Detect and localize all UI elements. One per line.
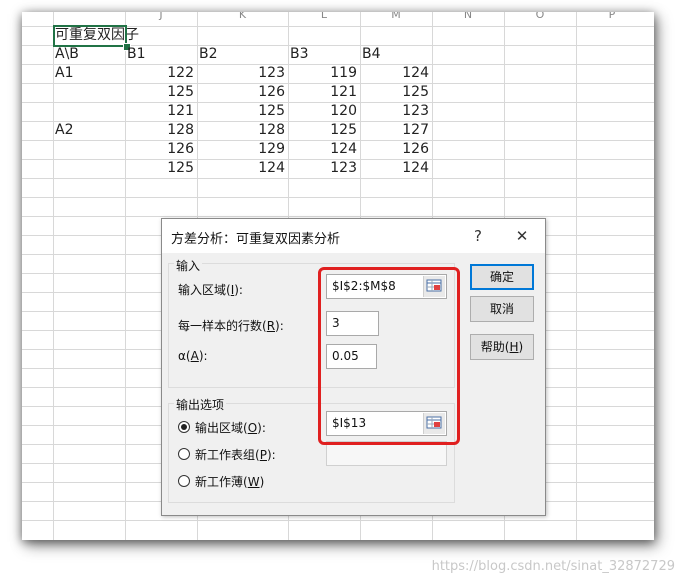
- alpha-label: α(A):: [178, 349, 208, 363]
- grid-line: [53, 12, 54, 540]
- column-header[interactable]: J: [125, 12, 197, 21]
- label-text: ):: [275, 319, 284, 333]
- data-cell[interactable]: 121: [125, 102, 194, 121]
- ok-button[interactable]: 确定: [470, 264, 534, 290]
- label-text: ):: [198, 349, 208, 363]
- column-header[interactable]: O: [504, 12, 576, 21]
- row-label-cell[interactable]: A2: [55, 121, 73, 140]
- label-text: ):: [234, 283, 243, 297]
- selected-cell-border: [53, 25, 127, 47]
- header-cell[interactable]: B1: [127, 45, 146, 64]
- data-cell[interactable]: 125: [360, 83, 429, 102]
- label-text: 输出区域(: [195, 421, 248, 435]
- data-cell[interactable]: 124: [360, 64, 429, 83]
- label-text: ):: [257, 421, 266, 435]
- data-cell[interactable]: 126: [197, 83, 285, 102]
- label-text: 输入区域(: [178, 283, 231, 297]
- label-text: 帮助(: [480, 340, 510, 354]
- grid-line: [22, 197, 654, 198]
- input-group-title: 输入: [174, 257, 203, 274]
- access-key: W: [247, 475, 260, 489]
- new-sheet-label[interactable]: 新工作表组(P):: [195, 446, 276, 463]
- data-cell[interactable]: 124: [197, 159, 285, 178]
- data-cell[interactable]: 123: [360, 102, 429, 121]
- column-header[interactable]: N: [432, 12, 504, 21]
- access-key: O: [247, 421, 258, 435]
- help-button[interactable]: 帮助(H): [470, 334, 534, 360]
- data-cell[interactable]: 123: [288, 159, 357, 178]
- data-cell[interactable]: 121: [288, 83, 357, 102]
- output-group-title: 输出选项: [174, 396, 227, 413]
- data-cell[interactable]: 125: [288, 121, 357, 140]
- grid-line: [22, 178, 654, 179]
- label-text: α(: [178, 349, 191, 363]
- access-key: H: [509, 340, 519, 354]
- data-cell[interactable]: 120: [288, 102, 357, 121]
- access-key: R: [266, 319, 276, 333]
- grid-line: [22, 216, 654, 217]
- access-key: A: [190, 349, 199, 363]
- label-text: ): [259, 475, 265, 489]
- label-text: ):: [266, 448, 276, 462]
- data-cell[interactable]: 126: [360, 140, 429, 159]
- header-cell[interactable]: B3: [290, 45, 309, 64]
- new-workbook-label[interactable]: 新工作薄(W): [195, 473, 264, 490]
- data-cell[interactable]: 129: [197, 140, 285, 159]
- data-cell[interactable]: 126: [125, 140, 194, 159]
- input-range-label: 输入区域(I):: [178, 281, 243, 298]
- data-cell[interactable]: 125: [125, 159, 194, 178]
- header-cell[interactable]: B2: [199, 45, 218, 64]
- header-cell[interactable]: B4: [362, 45, 381, 64]
- output-range-label[interactable]: 输出区域(O):: [195, 419, 266, 436]
- data-cell[interactable]: 119: [288, 64, 357, 83]
- data-cell[interactable]: 124: [288, 140, 357, 159]
- grid-line: [22, 520, 654, 521]
- cancel-button[interactable]: 取消: [470, 296, 534, 322]
- grid-line: [576, 12, 577, 540]
- rows-per-sample-label: 每一样本的行数(R):: [178, 317, 284, 334]
- label-text: 新工作表组(: [195, 448, 260, 462]
- output-range-radio[interactable]: [178, 421, 190, 433]
- data-cell[interactable]: 128: [197, 121, 285, 140]
- column-header[interactable]: P: [576, 12, 648, 21]
- access-key: P: [259, 448, 267, 462]
- data-cell[interactable]: 125: [125, 83, 194, 102]
- new-sheet-radio[interactable]: [178, 448, 190, 460]
- close-icon[interactable]: ✕: [510, 225, 534, 247]
- data-cell[interactable]: 123: [197, 64, 285, 83]
- column-header[interactable]: M: [360, 12, 432, 21]
- highlight-annotation: [318, 267, 460, 445]
- row-label-cell[interactable]: A1: [55, 64, 73, 83]
- dialog-titlebar[interactable]: 方差分析：可重复双因素分析 ? ✕: [162, 219, 545, 253]
- data-cell[interactable]: 127: [360, 121, 429, 140]
- new-workbook-radio[interactable]: [178, 475, 190, 487]
- data-cell[interactable]: 122: [125, 64, 194, 83]
- label-text: 新工作薄(: [195, 475, 248, 489]
- dialog-title: 方差分析：可重复双因素分析: [171, 232, 341, 247]
- data-cell[interactable]: 128: [125, 121, 194, 140]
- column-header[interactable]: K: [197, 12, 288, 21]
- watermark: https://blog.csdn.net/sinat_32872729: [431, 559, 675, 574]
- help-icon[interactable]: ?: [466, 225, 490, 247]
- data-cell[interactable]: 125: [197, 102, 285, 121]
- label-text: ): [518, 340, 524, 354]
- column-header[interactable]: L: [288, 12, 360, 21]
- label-text: 每一样本的行数(: [178, 319, 267, 333]
- header-cell[interactable]: A\B: [55, 45, 79, 64]
- data-cell[interactable]: 124: [360, 159, 429, 178]
